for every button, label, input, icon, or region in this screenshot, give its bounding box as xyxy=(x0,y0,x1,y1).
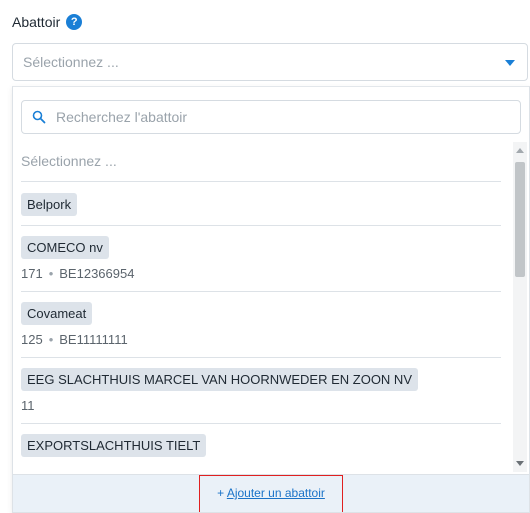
scroll-up-icon[interactable] xyxy=(516,148,524,153)
option-exportslachthuis-tielt[interactable]: EXPORTSLACHTHUIS TIELT xyxy=(21,424,501,472)
option-number: 125 xyxy=(21,332,43,347)
option-number: 11 xyxy=(21,398,35,413)
option-empty[interactable]: Sélectionnez ... xyxy=(21,142,501,182)
option-covameat[interactable]: Covameat 125 • BE11111111 xyxy=(21,292,501,358)
option-meta: 125 • BE11111111 xyxy=(21,332,128,347)
question-icon[interactable]: ? xyxy=(66,14,83,30)
select-placeholder: Sélectionnez ... xyxy=(23,54,119,70)
search-box[interactable] xyxy=(21,100,521,134)
option-meta: 171 • BE12366954 xyxy=(21,266,134,281)
option-comeco[interactable]: COMECO nv 171 • BE12366954 xyxy=(21,226,501,292)
option-meta: 11 xyxy=(21,398,35,413)
option-code: BE12366954 xyxy=(59,266,135,281)
add-abattoir-label: Ajouter un abattoir xyxy=(226,486,325,500)
meta-separator: • xyxy=(48,266,54,281)
search-icon xyxy=(32,110,46,124)
plus-icon: + xyxy=(217,486,225,500)
option-belpork[interactable]: Belpork xyxy=(21,182,501,226)
option-name: Covameat xyxy=(21,302,93,325)
option-number: 171 xyxy=(21,266,43,281)
option-name: EEG SLACHTHUIS MARCEL VAN HOORNWEDER EN … xyxy=(21,368,418,391)
option-eeg-slachthuis[interactable]: EEG SLACHTHUIS MARCEL VAN HOORNWEDER EN … xyxy=(21,358,501,424)
options-list: Sélectionnez ... Belpork COMECO nv 171 • B… xyxy=(13,142,511,472)
field-label-text: Abattoir xyxy=(12,14,61,30)
option-name: Belpork xyxy=(21,193,78,216)
scrollbar-thumb[interactable] xyxy=(515,162,525,277)
abattoir-dropdown: Sélectionnez ... Belpork COMECO nv 171 • B… xyxy=(12,86,530,513)
scroll-down-icon[interactable] xyxy=(516,461,524,466)
option-name: EXPORTSLACHTHUIS TIELT xyxy=(21,434,207,457)
dropdown-footer: + Ajouter un abattoir xyxy=(13,474,529,512)
abattoir-select[interactable]: Sélectionnez ... xyxy=(12,43,528,81)
field-label: Abattoir ? xyxy=(12,14,83,30)
option-code: BE11111111 xyxy=(59,332,128,347)
meta-separator: • xyxy=(48,332,54,347)
option-name: COMECO nv xyxy=(21,236,109,259)
add-abattoir-link[interactable]: + Ajouter un abattoir xyxy=(199,475,343,512)
chevron-down-icon[interactable] xyxy=(505,60,515,66)
options-scrollbar[interactable] xyxy=(513,142,527,472)
search-input[interactable] xyxy=(52,107,496,127)
